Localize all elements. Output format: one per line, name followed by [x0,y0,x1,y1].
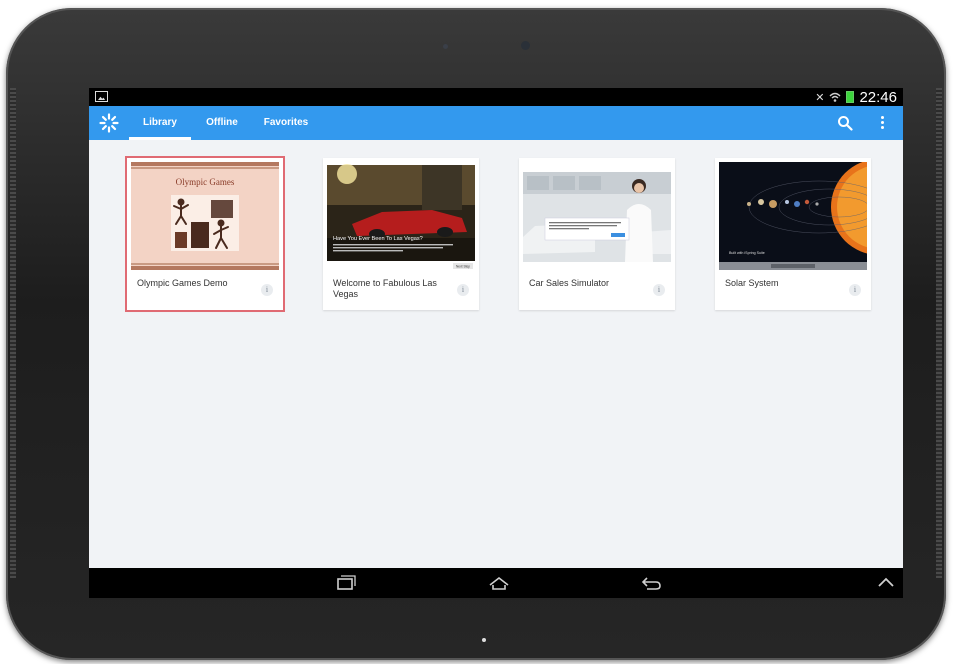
car-sales-thumbnail [523,162,671,270]
back-icon[interactable] [641,574,663,592]
mute-icon: ✕ [815,91,825,104]
spark-logo-icon[interactable] [99,113,119,133]
solar-system-thumbnail: Built with iSpring Suite [719,162,867,270]
recent-apps-icon[interactable] [334,574,356,592]
battery-icon [846,91,855,103]
las-vegas-thumbnail-title: Have You Ever Been To Las Vegas? [333,236,423,242]
course-card-solar-system[interactable]: Built with iSpring Suite Solar System i [715,158,871,310]
navigation-bar [89,568,903,598]
course-card-las-vegas[interactable]: Have You Ever Been To Las Vegas? Next St… [323,158,479,310]
home-icon[interactable] [486,574,512,592]
tab-offline[interactable]: Offline [195,106,249,140]
light-sensor [443,44,448,49]
tab-library[interactable]: Library [129,106,191,140]
status-clock: 22:46 [859,88,897,106]
course-title: Solar System [725,278,779,288]
info-icon[interactable]: i [261,284,273,296]
speaker-grille-left [10,88,16,578]
notification-led [482,638,486,642]
tab-offline-label: Offline [206,117,238,128]
course-title: Car Sales Simulator [529,278,610,288]
course-card-olympic-games[interactable]: Olympic Games Olympic Games Demo i [125,156,285,312]
status-bar: ✕ 22:46 [89,88,903,106]
overflow-menu-icon[interactable] [878,115,886,131]
las-vegas-next-button: Next Step [456,265,470,269]
collapse-icon[interactable] [875,574,897,592]
wifi-icon [829,92,841,102]
info-icon[interactable]: i [849,284,861,296]
screenshot-notification-icon [95,91,108,102]
tab-favorites-label: Favorites [263,117,309,128]
info-icon[interactable]: i [457,284,469,296]
tab-favorites[interactable]: Favorites [257,106,315,140]
action-bar: Library Offline Favorites [89,106,903,140]
screen: ✕ 22:46 Library Offline Favorites Olympi… [89,88,903,598]
solar-system-thumbnail-caption: Built with iSpring Suite [729,251,765,255]
las-vegas-thumbnail: Have You Ever Been To Las Vegas? Next St… [327,162,475,270]
search-icon[interactable] [837,115,853,131]
info-icon[interactable]: i [653,284,665,296]
course-title: Olympic Games Demo [137,278,228,288]
front-camera [521,41,530,50]
olympic-thumbnail-title: Olympic Games [176,177,235,187]
tablet-frame: ✕ 22:46 Library Offline Favorites Olympi… [6,8,946,660]
olympic-games-thumbnail: Olympic Games [131,162,279,270]
library-grid: Olympic Games Olympic Games Demo i Have … [89,140,903,568]
course-card-car-sales[interactable]: Car Sales Simulator i [519,158,675,310]
speaker-grille-right [936,88,942,578]
course-title: Welcome to Fabulous Las Vegas [333,278,437,299]
tab-library-label: Library [143,117,177,128]
